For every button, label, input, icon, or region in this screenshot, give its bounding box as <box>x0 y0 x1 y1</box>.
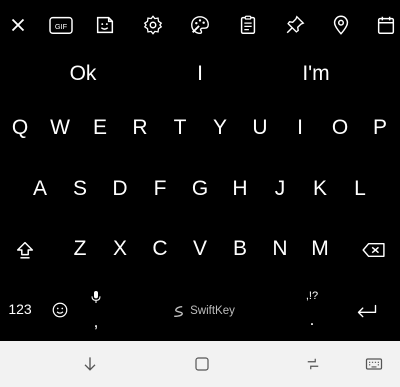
keyboard-switch-icon[interactable] <box>361 351 387 377</box>
swiftkey-logo-icon <box>174 305 184 317</box>
settings-icon[interactable] <box>140 12 166 38</box>
pin-icon[interactable] <box>282 12 308 38</box>
key-o[interactable]: O <box>322 108 358 148</box>
key-v[interactable]: V <box>182 229 218 269</box>
key-k[interactable]: K <box>302 169 338 209</box>
key-g[interactable]: G <box>182 169 218 209</box>
hide-keyboard-icon[interactable] <box>77 351 103 377</box>
calendar-icon[interactable] <box>373 12 399 38</box>
clipboard-icon[interactable] <box>235 12 261 38</box>
emoji-icon[interactable] <box>48 298 72 322</box>
key-m[interactable]: M <box>302 229 338 269</box>
numbers-key[interactable]: 123 <box>4 298 36 320</box>
home-icon[interactable] <box>189 351 215 377</box>
backspace-icon[interactable] <box>358 237 390 263</box>
key-f[interactable]: F <box>142 169 178 209</box>
key-w[interactable]: W <box>42 108 78 148</box>
key-p[interactable]: P <box>362 108 398 148</box>
key-b[interactable]: B <box>222 229 258 269</box>
key-h[interactable]: H <box>222 169 258 209</box>
suggestion-strip: Ok I I'm <box>0 56 400 92</box>
key-c[interactable]: C <box>142 229 178 269</box>
key-a[interactable]: A <box>22 169 58 209</box>
key-y[interactable]: Y <box>202 108 238 148</box>
key-row-2: A S D F G H J K L <box>0 169 400 209</box>
key-u[interactable]: U <box>242 108 278 148</box>
punctuation-hint: ,!? <box>305 290 319 302</box>
space-key[interactable]: SwiftKey <box>115 298 291 324</box>
key-r[interactable]: R <box>122 108 158 148</box>
key-j[interactable]: J <box>262 169 298 209</box>
key-row-bottom: 123 , SwiftKey ,!? . <box>0 284 400 336</box>
suggestion-right[interactable]: I'm <box>266 56 366 92</box>
swiftkey-brand-label: SwiftKey <box>190 305 235 317</box>
location-icon[interactable] <box>328 12 354 38</box>
shift-icon[interactable] <box>10 237 40 263</box>
key-l[interactable]: L <box>342 169 378 209</box>
period-key[interactable]: . <box>303 310 321 330</box>
key-n[interactable]: N <box>262 229 298 269</box>
keyboard-toolbar: GIF <box>0 0 400 50</box>
suggestion-center[interactable]: I <box>150 56 250 92</box>
gif-label: GIF <box>55 22 68 31</box>
close-icon[interactable] <box>5 12 31 38</box>
microphone-icon[interactable] <box>83 286 109 308</box>
theme-icon[interactable] <box>187 12 213 38</box>
key-row-3: Z X C V B N M <box>0 229 400 269</box>
gif-icon[interactable]: GIF <box>47 12 75 38</box>
key-e[interactable]: E <box>82 108 118 148</box>
key-row-1: Q W E R T Y U I O P <box>0 108 400 148</box>
comma-key[interactable]: , <box>88 312 104 332</box>
key-t[interactable]: T <box>162 108 198 148</box>
recent-apps-icon[interactable] <box>300 351 326 377</box>
system-navigation-bar <box>0 341 400 387</box>
key-z[interactable]: Z <box>62 229 98 269</box>
key-d[interactable]: D <box>102 169 138 209</box>
enter-icon[interactable] <box>350 298 384 324</box>
key-s[interactable]: S <box>62 169 98 209</box>
key-x[interactable]: X <box>102 229 138 269</box>
suggestion-left[interactable]: Ok <box>33 56 133 92</box>
key-q[interactable]: Q <box>2 108 38 148</box>
sticker-icon[interactable] <box>92 12 118 38</box>
key-i[interactable]: I <box>282 108 318 148</box>
